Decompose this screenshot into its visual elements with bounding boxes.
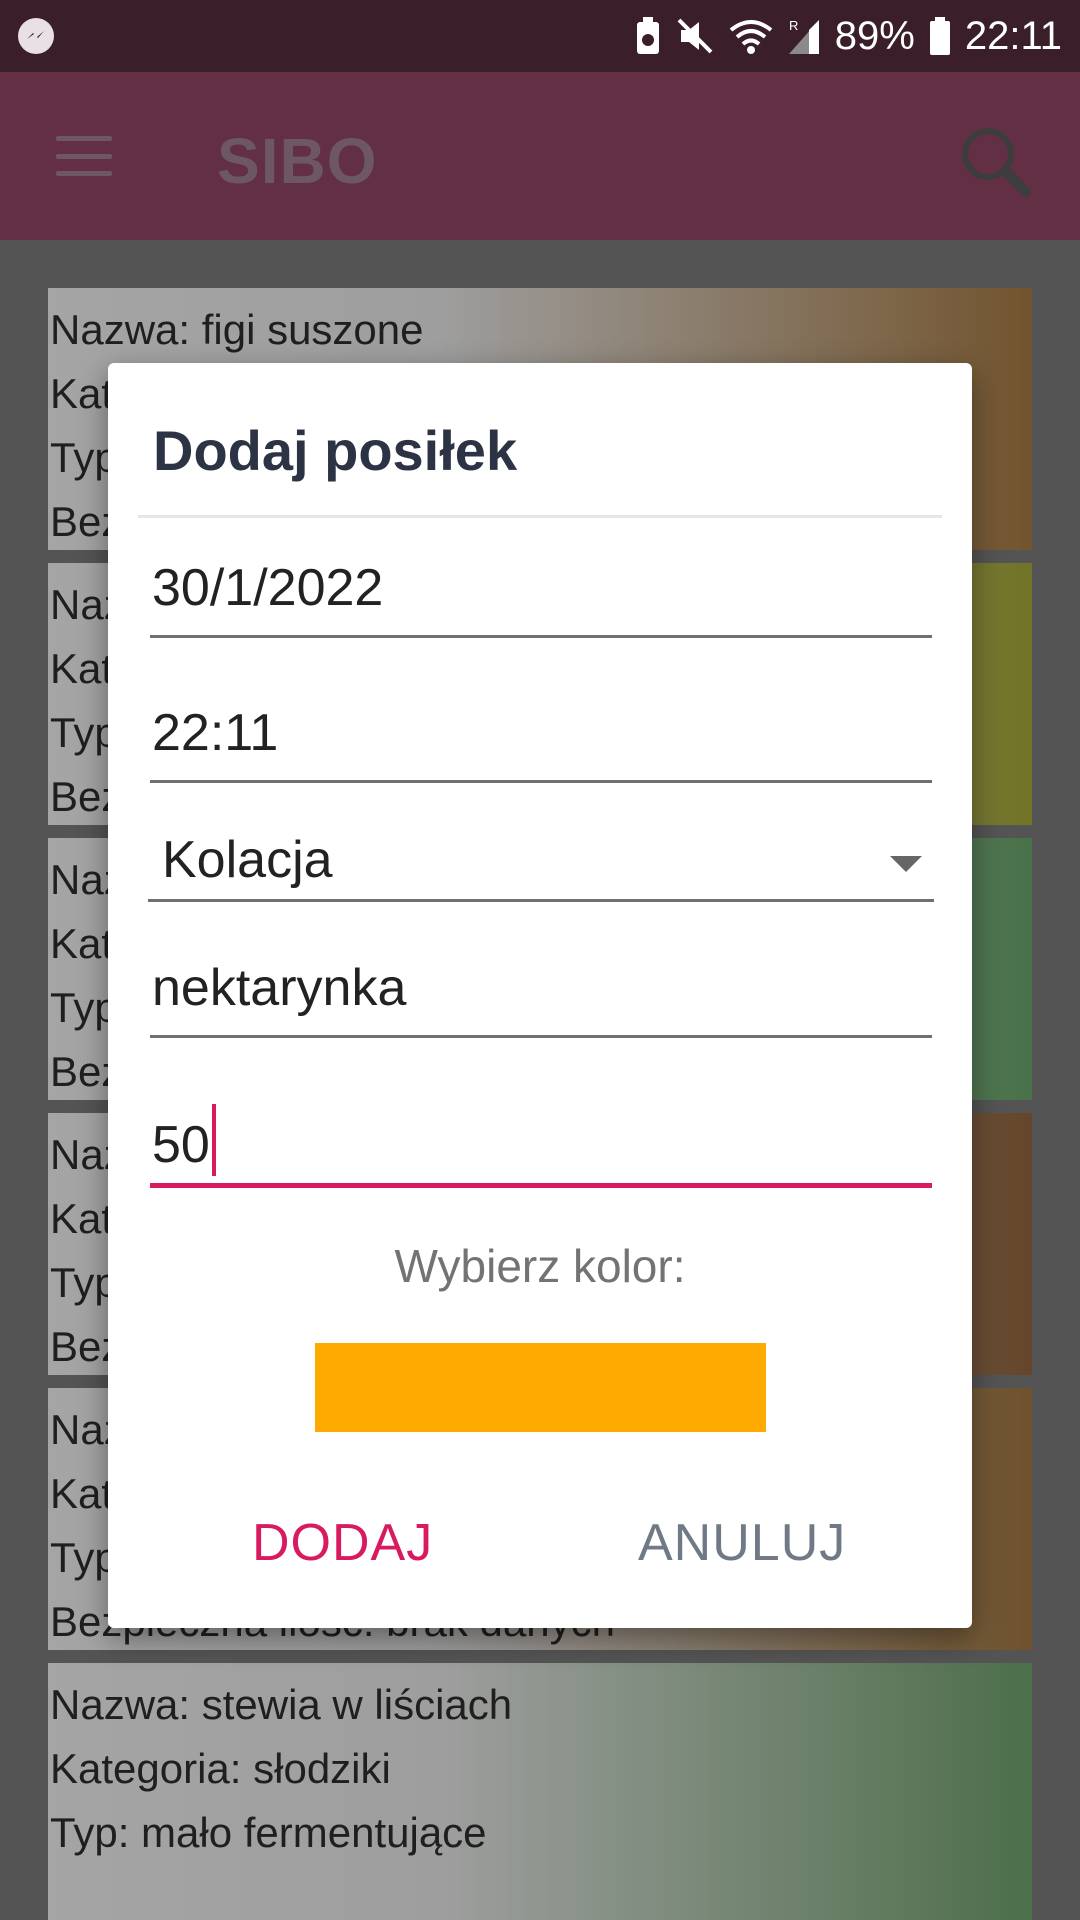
battery-percent: 89% [834, 13, 915, 58]
dropdown-arrow-icon [890, 856, 922, 872]
food-name-field[interactable]: nektarynka [150, 958, 932, 1038]
color-picker-swatch[interactable] [315, 1343, 766, 1432]
add-button[interactable]: DODAJ [252, 1513, 433, 1573]
meal-type-value: Kolacja [162, 831, 333, 889]
meal-type-spinner[interactable]: Kolacja [148, 818, 934, 902]
cancel-button[interactable]: ANULUJ [638, 1513, 846, 1573]
mute-icon [675, 16, 715, 56]
status-bar: R 89% 22:11 [0, 0, 1080, 72]
app-title: SIBO [217, 125, 378, 197]
text-cursor [211, 1104, 216, 1176]
amount-field[interactable]: 50 [150, 1098, 932, 1188]
add-meal-dialog: Dodaj posiłek 30/1/2022 22:11 Kolacja ne… [108, 363, 972, 1628]
battery-icon [929, 16, 951, 56]
signal-roaming-icon: R [787, 16, 821, 56]
dialog-title: Dodaj posiłek [153, 419, 518, 482]
date-field[interactable]: 30/1/2022 [150, 558, 932, 638]
title-divider [138, 515, 942, 518]
svg-text:R: R [789, 18, 798, 33]
clock: 22:11 [964, 13, 1062, 58]
messenger-icon [18, 18, 54, 54]
amount-value: 50 [152, 1116, 210, 1174]
color-label: Wybierz kolor: [394, 1240, 686, 1292]
time-field[interactable]: 22:11 [150, 703, 932, 783]
wifi-icon [729, 16, 773, 56]
app-bar: SIBO [0, 72, 1080, 240]
battery-saver-icon [635, 16, 661, 56]
search-icon[interactable] [958, 124, 1032, 198]
menu-icon[interactable] [56, 136, 112, 176]
